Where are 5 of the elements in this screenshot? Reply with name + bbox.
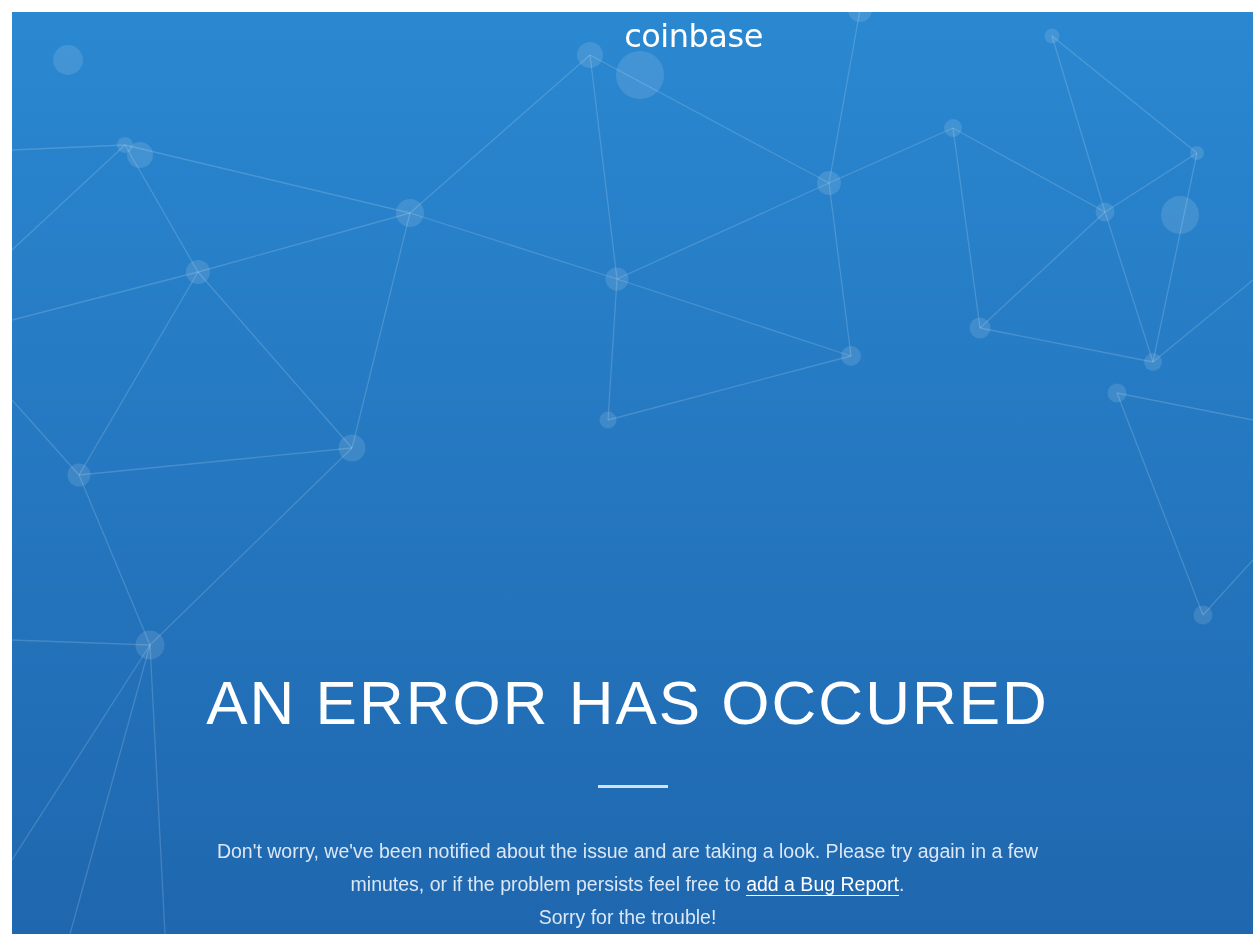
logo[interactable]: coinbase <box>624 16 763 56</box>
bug-report-link[interactable]: add a Bug Report <box>746 873 899 896</box>
apology-text: Sorry for the trouble! <box>538 905 717 930</box>
error-message: Don't worry, we've been notified about the issue and are taking a look. Please try again in a few minutes, or if the problem persists feel free to add a Bug Report. <box>215 839 1040 898</box>
error-heading: AN ERROR HAS OCCURED <box>206 668 1049 738</box>
